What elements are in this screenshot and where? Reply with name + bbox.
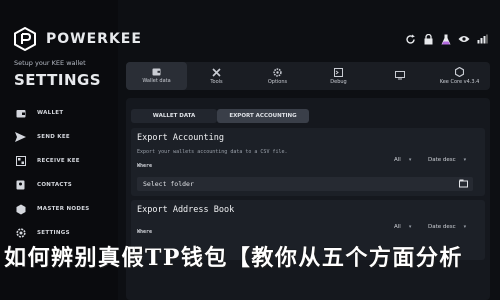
sidebar-item-contacts[interactable]: CONTACTS [15, 178, 72, 192]
filter-value: All [394, 157, 401, 163]
chevron-down-icon: ▾ [408, 224, 412, 230]
refresh-icon[interactable] [404, 33, 416, 45]
settings-icon [15, 228, 26, 239]
eye-icon[interactable] [458, 33, 470, 45]
sidebar-item-label: SEND KEE [37, 134, 70, 140]
sidebar-item-label: MASTER NODES [37, 206, 90, 212]
sort-value: Date desc [428, 157, 456, 163]
tab-tools[interactable]: Tools [186, 62, 247, 90]
tab-kee-core[interactable]: Kee Core v4.3.4 [429, 62, 490, 90]
tab-label: Debug [330, 78, 347, 85]
export-address-book-sort-select[interactable]: Date desc ▾ [428, 224, 466, 230]
options-icon [273, 67, 282, 77]
subtab-wallet-data[interactable]: WALLET DATA [131, 109, 217, 123]
sidebar-item-label: RECEIVE KEE [37, 158, 80, 164]
wallet-icon [15, 108, 26, 119]
top-toolbar [404, 33, 488, 45]
tab-options[interactable]: Options [247, 62, 308, 90]
export-address-book-title: Export Address Book [137, 205, 235, 215]
tools-icon [212, 67, 221, 77]
debug-icon [334, 67, 343, 77]
display-icon [394, 70, 405, 79]
select-folder-field[interactable]: Select folder [137, 177, 473, 191]
tab-wallet-data[interactable]: Wallet data [126, 62, 187, 90]
export-accounting-sort-select[interactable]: Date desc ▾ [428, 157, 466, 163]
export-address-book-where-label: Where [137, 229, 153, 235]
select-folder-placeholder: Select folder [143, 180, 194, 188]
settings-tab-bar: Wallet data Tools Options Debug Kee Core… [126, 62, 490, 90]
export-accounting-title: Export Accounting [137, 133, 224, 143]
folder-icon[interactable] [459, 179, 468, 188]
app-brand: POWERKEE [46, 31, 142, 47]
wallet-data-icon [152, 68, 161, 76]
sidebar-item-settings[interactable]: SETTINGS [15, 226, 70, 240]
sidebar-item-label: WALLET [37, 110, 64, 116]
receive-icon [15, 156, 26, 167]
contacts-icon [15, 180, 26, 191]
lock-icon[interactable] [422, 33, 434, 45]
signal-icon[interactable] [476, 33, 488, 45]
app-subtitle: Setup your KEE wallet [14, 59, 86, 67]
tab-label: Tools [210, 78, 223, 85]
powerkee-logo-icon [14, 27, 36, 51]
sidebar-item-label: SETTINGS [37, 230, 70, 236]
tab-label: Wallet data [142, 78, 171, 84]
chevron-down-icon: ▾ [463, 224, 467, 230]
sidebar-item-label: CONTACTS [37, 182, 73, 188]
tab-display[interactable] [369, 62, 430, 90]
sidebar-item-wallet[interactable]: WALLET [15, 106, 63, 120]
export-accounting-description: Export your wallets accounting data to a… [137, 149, 288, 155]
chevron-down-icon: ▾ [463, 157, 467, 163]
chevron-down-icon: ▾ [408, 157, 412, 163]
kee-core-icon [455, 67, 464, 77]
overlay-caption: 如何辨别真假TP钱包【教你从五个方面分析 [4, 245, 463, 271]
export-accounting-where-label: Where [137, 163, 153, 169]
sort-value: Date desc [428, 224, 456, 230]
export-address-book-filter-select[interactable]: All ▾ [394, 224, 411, 230]
tab-label: Kee Core v4.3.4 [439, 79, 480, 85]
flask-icon[interactable] [440, 33, 452, 45]
subtab-export-accounting[interactable]: EXPORT ACCOUNTING [217, 109, 309, 123]
sidebar-item-receive-kee[interactable]: RECEIVE KEE [15, 154, 80, 168]
send-icon [15, 132, 26, 143]
sidebar-item-master-nodes[interactable]: MASTER NODES [15, 202, 90, 216]
sidebar-item-send-kee[interactable]: SEND KEE [15, 130, 70, 144]
page-title: SETTINGS [14, 71, 102, 89]
tab-debug[interactable]: Debug [308, 62, 369, 90]
filter-value: All [394, 224, 401, 230]
master-nodes-icon [15, 204, 26, 215]
tab-label: Options [267, 78, 288, 85]
export-accounting-filter-select[interactable]: All ▾ [394, 157, 411, 163]
